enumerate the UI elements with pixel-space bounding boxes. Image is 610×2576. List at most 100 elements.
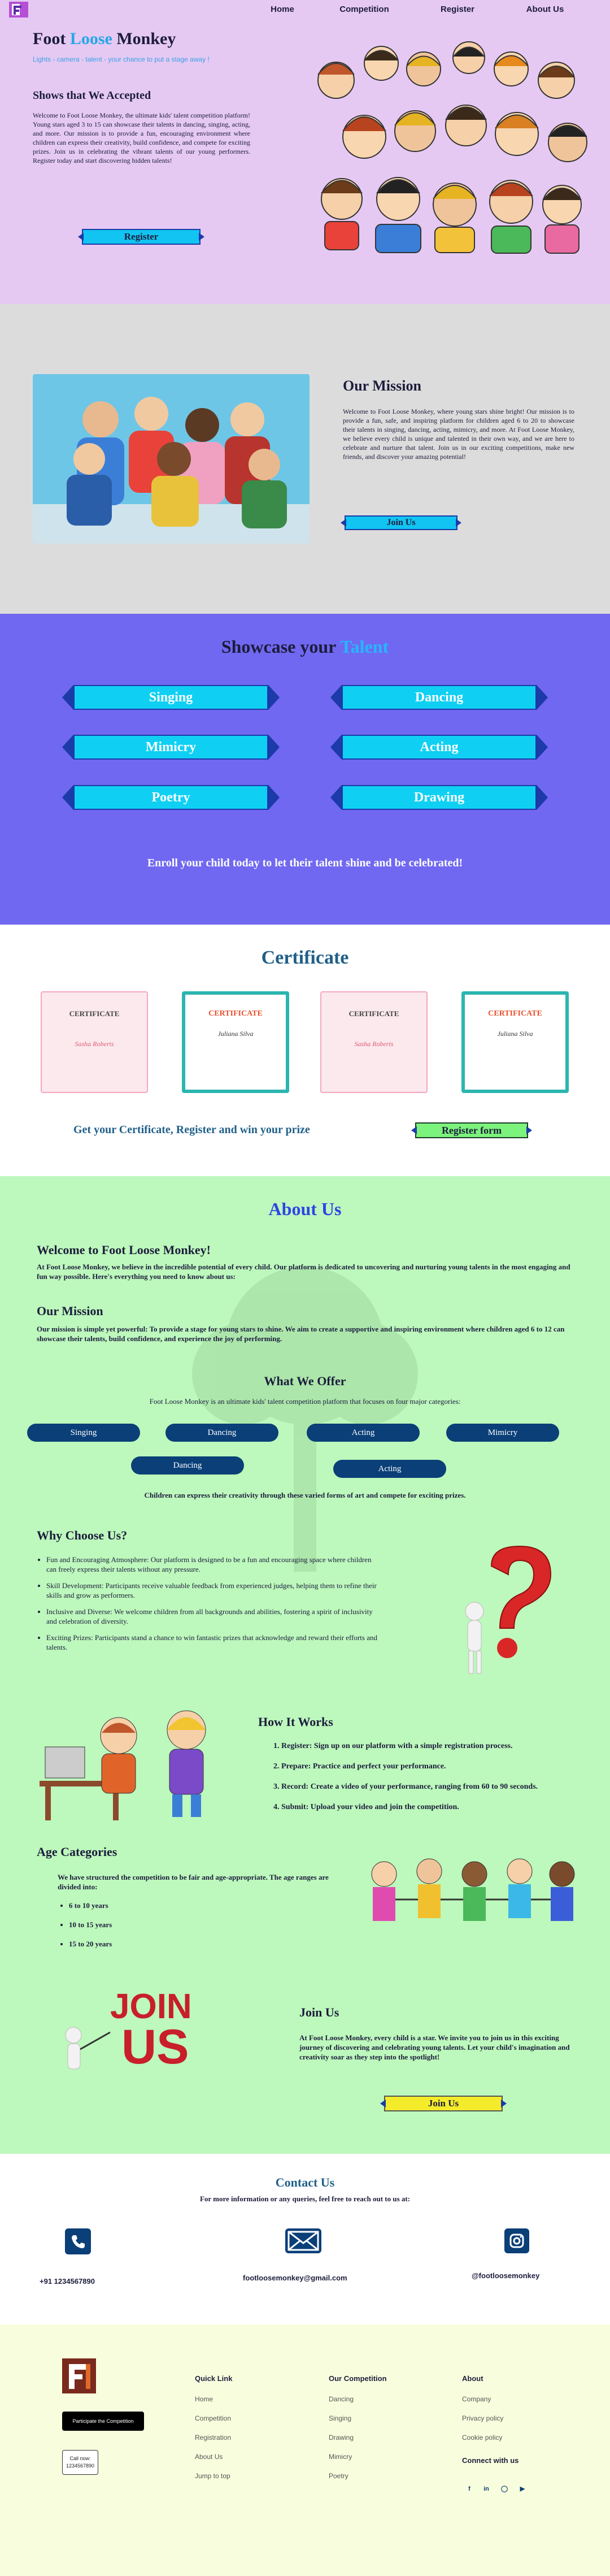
footer-link[interactable]: Dancing (329, 2395, 387, 2403)
instagram-icon[interactable]: ◯ (498, 2483, 511, 2495)
category-pill[interactable]: Singing (27, 1424, 140, 1442)
contact-section: Contact Us For more information or any q… (0, 2154, 610, 2325)
competition-column: Our Competition Dancing Singing Drawing … (329, 2374, 387, 2491)
cartoon-kids-illustration (317, 41, 587, 254)
footer-link[interactable]: Registration (195, 2434, 232, 2441)
footer-link[interactable]: About Us (195, 2453, 232, 2461)
about-section: About Us Welcome to Foot Loose Monkey! A… (0, 1176, 610, 2154)
competition-heading: Our Competition (329, 2374, 387, 2383)
facebook-icon[interactable]: f (463, 2483, 476, 2495)
join-us-button[interactable]: Join Us (384, 2096, 503, 2111)
about-welcome-heading: Welcome to Foot Loose Monkey! (37, 1243, 211, 1257)
age-item: 10 to 15 years (69, 1920, 238, 1929)
talent-acting[interactable]: Acting (330, 735, 548, 760)
what-we-offer-text: Foot Loose Monkey is an ultimate kids' t… (149, 1397, 461, 1406)
category-pill[interactable]: Acting (307, 1424, 420, 1442)
category-pill[interactable]: Dancing (165, 1424, 278, 1442)
how-step: Record: Create a video of your performan… (281, 1782, 598, 1792)
age-categories-heading: Age Categories (37, 1845, 117, 1859)
phone-icon[interactable] (65, 2228, 91, 2254)
why-choose-list: Fun and Encouraging Atmosphere: Our plat… (46, 1555, 380, 1659)
why-item: Exciting Prizes: Participants stand a ch… (46, 1633, 380, 1652)
quick-links-heading: Quick Link (195, 2374, 233, 2383)
contact-email[interactable]: footloosemonkey@gmail.com (243, 2274, 347, 2282)
how-step: Prepare: Practice and perfect your perfo… (281, 1762, 598, 1772)
certificate-section: Certificate CERTIFICATE Sasha Roberts CE… (0, 925, 610, 1176)
hero-subtitle: Shows that We Accepted (33, 89, 151, 102)
footer-link[interactable]: Jump to top (195, 2472, 232, 2480)
nav-home[interactable]: Home (249, 5, 316, 14)
contact-title: Contact Us (275, 2175, 335, 2189)
nav-about-us[interactable]: About Us (503, 5, 587, 14)
category-pill[interactable]: Dancing (131, 1456, 244, 1475)
enroll-text: Enroll your child today to let their tal… (147, 857, 463, 869)
instagram-icon[interactable] (504, 2228, 529, 2253)
register-form-button[interactable]: Register form (415, 1122, 528, 1138)
footer-link[interactable]: Company (462, 2395, 518, 2403)
age-item: 15 to 20 years (69, 1939, 238, 1949)
linkedin-icon[interactable]: in (480, 2483, 493, 2495)
tree-watermark (192, 1267, 418, 1572)
mission-join-button[interactable]: Join Us (345, 515, 457, 530)
top-nav: Home Competition Register About Us (0, 0, 610, 19)
talent-mimicry[interactable]: Mimicry (62, 735, 280, 760)
mission-title: Our Mission (343, 378, 421, 394)
showcase-title: Showcase your Talent (221, 636, 389, 657)
about-column: About Company Privacy policy Cookie poli… (462, 2374, 518, 2477)
about-title: About Us (268, 1199, 342, 1219)
nav-register[interactable]: Register (412, 5, 503, 14)
age-item: 6 to 10 years (69, 1901, 238, 1910)
certificate-card: CERTIFICATE Sasha Roberts (41, 991, 148, 1093)
certificate-prize-text: Get your Certificate, Register and win y… (73, 1124, 310, 1136)
about-mission-heading: Our Mission (37, 1304, 103, 1318)
nav-competition[interactable]: Competition (316, 5, 412, 14)
category-pill[interactable]: Mimicry (446, 1424, 559, 1442)
footer-link[interactable]: Home (195, 2395, 232, 2403)
footer-link[interactable]: Drawing (329, 2434, 387, 2441)
talent-singing[interactable]: Singing (62, 685, 280, 710)
connect-heading: Connect with us (462, 2456, 519, 2465)
mission-section: Our Mission Welcome to Foot Loose Monkey… (0, 304, 610, 614)
certificate-card: CERTIFICATE Sasha Roberts (320, 991, 428, 1093)
call-now-button[interactable]: Call now: 1234567890 (62, 2450, 98, 2475)
certificate-card: CERTIFICATE Juliana Silva (182, 991, 289, 1093)
join-us-graphic: JOIN US (65, 1987, 192, 2074)
hero-title: Foot Loose Monkey (33, 29, 176, 48)
kids-computer-illustration (40, 1710, 206, 1820)
footer-logo-icon[interactable] (62, 2358, 96, 2393)
hero-section: Foot Loose Monkey Lights - camera - tale… (0, 0, 610, 304)
footer-link[interactable]: Singing (329, 2414, 387, 2422)
contact-phone[interactable]: +91 1234567890 (40, 2277, 95, 2286)
about-heading: About (462, 2374, 483, 2383)
mail-icon[interactable] (285, 2228, 321, 2253)
contact-subtitle: For more information or any queries, fee… (199, 2195, 411, 2203)
certificate-card: CERTIFICATE Juliana Silva (461, 991, 569, 1093)
footer-link[interactable]: Poetry (329, 2472, 387, 2480)
about-mission-text: Our mission is simple yet powerful: To p… (37, 1325, 565, 1343)
talent-dancing[interactable]: Dancing (330, 685, 548, 710)
participate-button[interactable]: Participate the Competition (62, 2412, 144, 2431)
talent-poetry[interactable]: Poetry (62, 785, 280, 810)
footer-link[interactable]: Competition (195, 2414, 232, 2422)
footer-link[interactable]: Cookie policy (462, 2434, 518, 2441)
how-step: Register: Sign up on our platform with a… (281, 1741, 598, 1751)
how-step: Submit: Upload your video and join the c… (281, 1802, 598, 1812)
why-choose-heading: Why Choose Us? (37, 1528, 128, 1542)
contact-instagram[interactable]: @footloosemonkey (472, 2271, 539, 2280)
certificate-title: Certificate (261, 947, 349, 968)
category-pill[interactable]: Acting (333, 1460, 446, 1478)
talent-drawing[interactable]: Drawing (330, 785, 548, 810)
why-item: Skill Development: Participants receive … (46, 1581, 380, 1600)
mission-text: Welcome to Foot Loose Monkey, where youn… (343, 407, 574, 461)
youtube-icon[interactable]: ▶ (516, 2483, 529, 2495)
hero-register-button[interactable]: Register (82, 229, 201, 245)
site-logo-icon[interactable] (8, 1, 30, 18)
about-welcome-text: At Foot Loose Monkey, we believe in the … (37, 1263, 570, 1281)
footer-link[interactable]: Mimicry (329, 2453, 387, 2461)
age-categories-text: We have structured the competition to be… (58, 1873, 329, 1891)
quick-links-column: Quick Link Home Competition Registration… (195, 2374, 232, 2491)
join-us-heading: Join Us (299, 2005, 339, 2019)
footer-link[interactable]: Privacy policy (462, 2414, 518, 2422)
what-we-offer-footer: Children can express their creativity th… (144, 1491, 466, 1499)
what-we-offer-heading: What We Offer (264, 1374, 346, 1388)
